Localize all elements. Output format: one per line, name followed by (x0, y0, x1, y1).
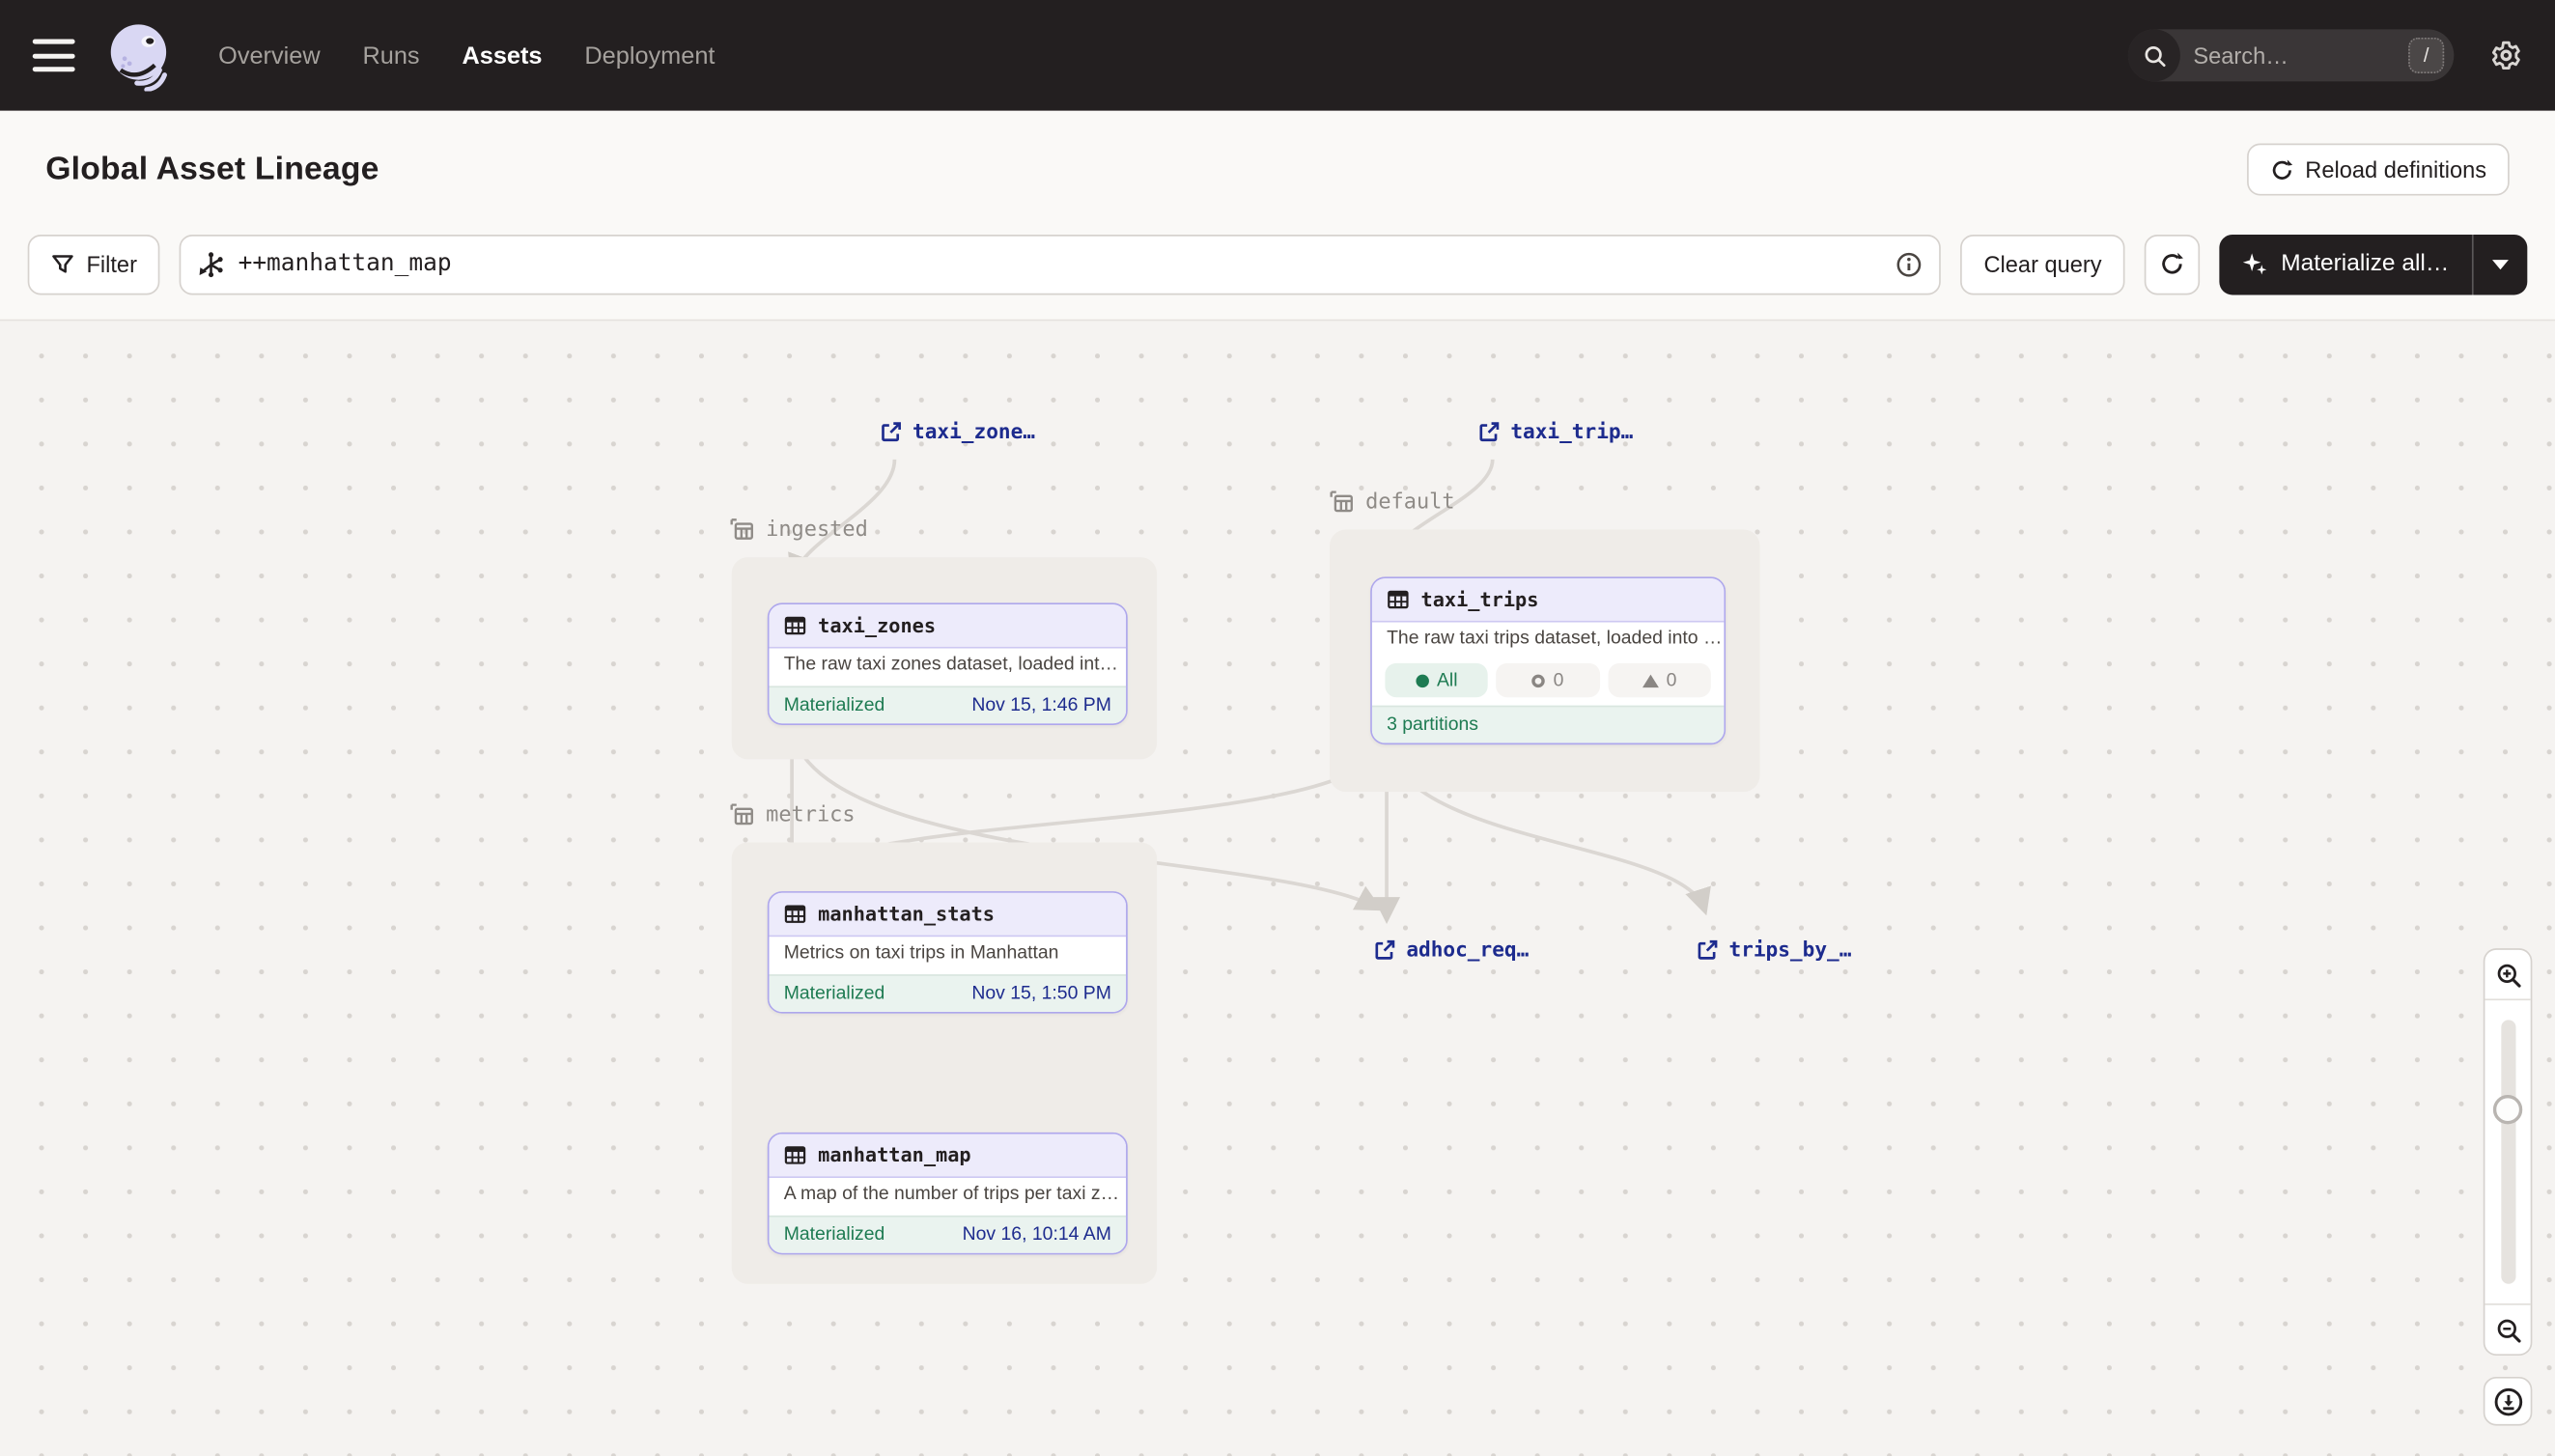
sparkle-icon (2242, 251, 2268, 277)
reload-definitions-button[interactable]: Reload definitions (2247, 144, 2510, 196)
refresh-icon (2269, 157, 2293, 182)
top-navigation-bar: Overview Runs Assets Deployment / (0, 0, 2555, 111)
filter-icon (50, 252, 74, 276)
hamburger-menu-icon[interactable] (33, 40, 75, 72)
asset-group-icon (728, 801, 754, 827)
search-shortcut-badge: / (2408, 38, 2444, 73)
table-icon (784, 614, 807, 637)
asset-name: manhattan_stats (818, 903, 995, 926)
dagster-logo-icon[interactable] (104, 19, 176, 91)
external-link-icon (880, 420, 903, 443)
global-search[interactable]: / (2128, 29, 2455, 81)
asset-name: taxi_trips (1421, 588, 1539, 611)
materialized-timestamp[interactable]: Nov 15, 1:46 PM (971, 696, 1111, 715)
page-header: Global Asset Lineage Reload definitions (0, 111, 2555, 229)
zoom-out-button[interactable] (2485, 1305, 2530, 1355)
download-icon (2492, 1386, 2523, 1416)
zoom-slider[interactable] (2485, 998, 2530, 1304)
refresh-graph-button[interactable] (2144, 234, 2199, 294)
lineage-toolbar: Filter Clear query Materialize all… (0, 228, 2555, 321)
materialized-status: Materialized (784, 984, 885, 1003)
asset-query-field[interactable] (239, 251, 1883, 277)
partitions-missing-badge[interactable]: 0 (1608, 663, 1711, 697)
table-icon (1387, 588, 1410, 611)
gear-icon[interactable] (2490, 40, 2523, 72)
success-dot-icon (1416, 674, 1429, 687)
asset-node-manhattan-map[interactable]: manhattan_map A map of the number of tri… (768, 1133, 1128, 1255)
asset-group-icon (1328, 489, 1354, 515)
primary-nav: Overview Runs Assets Deployment (218, 42, 715, 70)
triangle-icon (1642, 674, 1658, 687)
partitions-failed-badge[interactable]: 0 (1497, 663, 1600, 697)
search-input[interactable] (2180, 42, 2376, 69)
external-link-icon (1697, 938, 1720, 961)
download-graph-button[interactable] (2484, 1377, 2533, 1426)
zoom-out-icon (2494, 1316, 2522, 1344)
zoom-control-panel (2484, 948, 2533, 1356)
asset-name: manhattan_map (818, 1144, 970, 1167)
nav-overview[interactable]: Overview (218, 42, 320, 70)
asset-description: The raw taxi zones dataset, loaded int… (770, 649, 1127, 686)
search-icon (2128, 29, 2180, 81)
asset-node-taxi-zones[interactable]: taxi_zones The raw taxi zones dataset, l… (768, 602, 1128, 725)
clear-query-button[interactable]: Clear query (1961, 234, 2124, 294)
asset-description: A map of the number of trips per taxi z… (770, 1178, 1127, 1216)
materialized-timestamp[interactable]: Nov 15, 1:50 PM (971, 984, 1111, 1003)
asset-description: Metrics on taxi trips in Manhattan (770, 937, 1127, 974)
external-asset-link-trips-by[interactable]: trips_by_… (1697, 937, 1852, 961)
page-title: Global Asset Lineage (45, 151, 379, 188)
group-label-metrics[interactable]: metrics (728, 801, 855, 827)
external-asset-link-taxi-trip[interactable]: taxi_trip… (1478, 419, 1634, 443)
materialized-timestamp[interactable]: Nov 16, 10:14 AM (963, 1225, 1111, 1245)
table-icon (784, 1144, 807, 1167)
refresh-icon (2159, 251, 2185, 277)
nav-runs[interactable]: Runs (362, 42, 419, 70)
zoom-slider-track[interactable] (2500, 1020, 2514, 1283)
zoom-in-button[interactable] (2485, 950, 2530, 999)
zoom-slider-thumb[interactable] (2493, 1095, 2522, 1124)
lineage-edges (0, 321, 2555, 1456)
external-link-icon (1478, 420, 1502, 443)
info-icon[interactable] (1895, 250, 1923, 278)
asset-name: taxi_zones (818, 614, 936, 637)
filter-button[interactable]: Filter (28, 234, 160, 294)
op-selector-icon (197, 250, 225, 278)
partitions-all-badge[interactable]: All (1385, 663, 1488, 697)
asset-group-icon (728, 517, 754, 543)
external-link-icon (1374, 938, 1397, 961)
asset-node-manhattan-stats[interactable]: manhattan_stats Metrics on taxi trips in… (768, 891, 1128, 1014)
materialize-all-button[interactable]: Materialize all… (2219, 234, 2472, 294)
zoom-in-icon (2494, 961, 2522, 989)
asset-selection-input[interactable] (180, 234, 1942, 294)
external-asset-link-adhoc-req[interactable]: adhoc_req… (1374, 937, 1530, 961)
dagster-app: Overview Runs Assets Deployment / Global… (0, 0, 2555, 1456)
chevron-down-icon (2491, 258, 2510, 269)
materialize-all-split-button: Materialize all… (2219, 234, 2527, 294)
table-icon (784, 903, 807, 926)
partitions-summary: 3 partitions (1387, 715, 1478, 735)
asset-node-taxi-trips[interactable]: taxi_trips The raw taxi trips dataset, l… (1370, 576, 1726, 744)
group-label-ingested[interactable]: ingested (728, 517, 867, 543)
nav-deployment[interactable]: Deployment (584, 42, 715, 70)
nav-assets[interactable]: Assets (462, 42, 542, 70)
materialized-status: Materialized (784, 1225, 885, 1245)
external-asset-link-taxi-zone[interactable]: taxi_zone… (880, 419, 1035, 443)
group-label-default[interactable]: default (1328, 489, 1454, 515)
materialize-dropdown-toggle[interactable] (2472, 234, 2527, 294)
ring-icon (1532, 674, 1546, 687)
lineage-canvas[interactable]: ingested default metrics taxi_zone… taxi… (0, 321, 2555, 1456)
partition-health-row: All 0 0 (1372, 659, 1725, 705)
materialized-status: Materialized (784, 696, 885, 715)
asset-description: The raw taxi trips dataset, loaded into … (1372, 623, 1725, 660)
